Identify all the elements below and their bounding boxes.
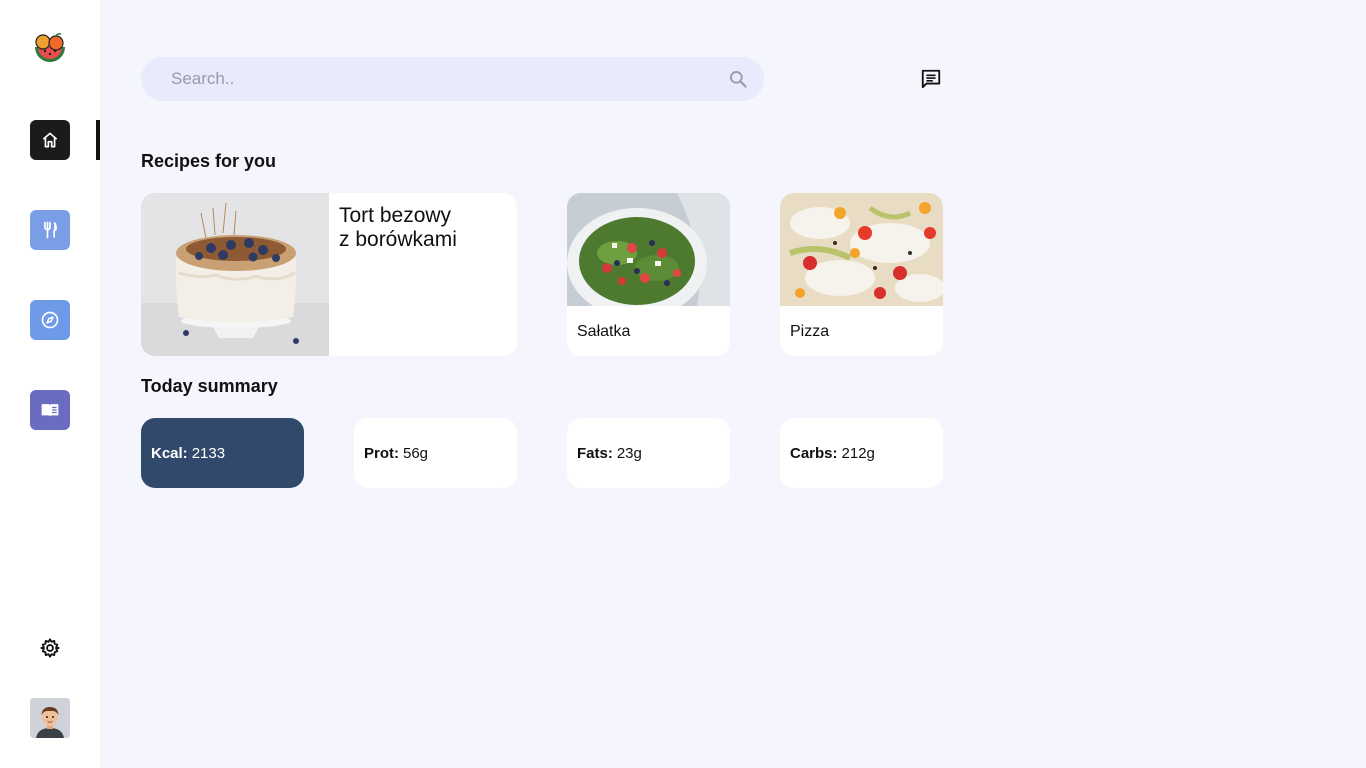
recipes-section-title: Recipes for you (141, 151, 277, 171)
summary-fats-card[interactable]: Fats: 23g (567, 418, 730, 488)
fats-label: Fats: (577, 444, 613, 462)
recipe-image-pizza (780, 193, 943, 306)
summary-carbs-card[interactable]: Carbs: 212g (780, 418, 943, 488)
user-avatar[interactable] (30, 698, 70, 738)
recipe-title-pizza: Pizza (790, 323, 830, 340)
recipe-title-salad: Sałatka (577, 323, 631, 340)
nav-explore-button[interactable] (30, 300, 70, 340)
settings-button[interactable] (39, 637, 61, 659)
search-bar (141, 57, 764, 101)
gear-icon (40, 638, 60, 658)
recipe-card-salad[interactable]: Sałatka (567, 193, 730, 356)
compass-icon (41, 311, 59, 329)
recipe-card-featured[interactable]: Tort bezowy z borówkami (141, 193, 517, 356)
prot-value: 56g (403, 444, 429, 462)
app-logo[interactable] (32, 33, 68, 67)
kcal-label: Kcal: (151, 444, 188, 462)
nav-home-button[interactable] (30, 120, 70, 160)
nav-recipes-button[interactable] (30, 210, 70, 250)
summary-kcal-card[interactable]: Kcal: 2133 (141, 418, 304, 488)
carbs-label: Carbs: (790, 444, 838, 462)
summary-prot-card[interactable]: Prot: 56g (354, 418, 517, 488)
summary-section-title: Today summary (141, 376, 278, 396)
fats-value: 23g (616, 444, 642, 462)
prot-label: Prot: (364, 444, 399, 462)
kcal-value: 2133 (191, 444, 226, 462)
recipe-card-pizza[interactable]: Pizza (780, 193, 943, 356)
message-icon[interactable] (920, 68, 942, 90)
search-input[interactable] (141, 57, 764, 101)
nav-book-button[interactable] (30, 390, 70, 430)
carbs-value: 212g (841, 444, 875, 462)
recipe-image-salad (567, 193, 730, 306)
recipe-image-cake (141, 193, 329, 356)
recipe-title-featured: Tort bezowy z borówkami (339, 204, 457, 251)
search-icon[interactable] (728, 69, 748, 89)
home-icon (42, 132, 58, 148)
active-indicator (96, 120, 100, 160)
open-book-icon (41, 404, 59, 417)
fork-knife-icon (44, 221, 57, 239)
sidebar (0, 0, 100, 768)
